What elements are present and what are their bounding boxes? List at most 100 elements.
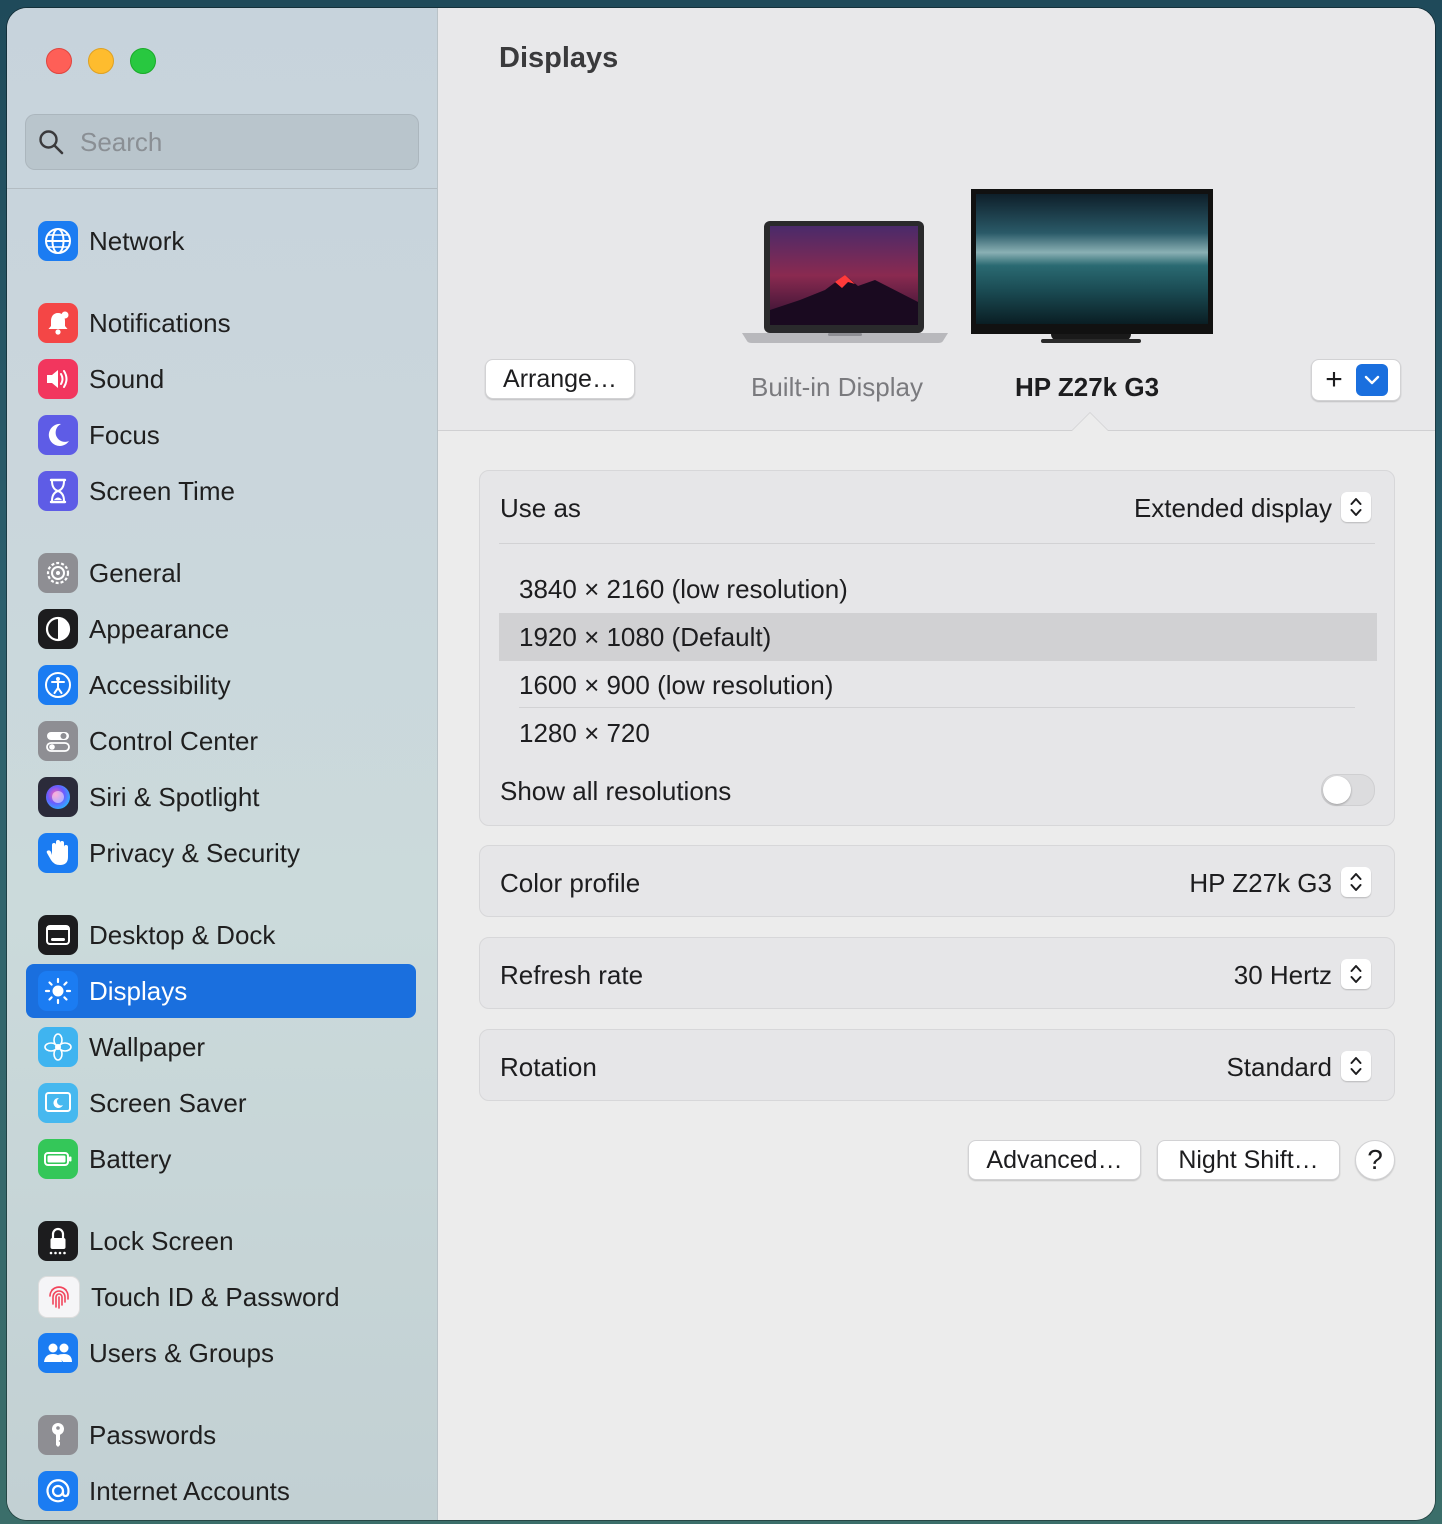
gear-icon: [38, 553, 78, 593]
sidebar-item-control-center[interactable]: Control Center: [26, 714, 416, 768]
builtin-display-label[interactable]: Built-in Display: [751, 372, 923, 403]
night-shift-button[interactable]: Night Shift…: [1157, 1140, 1340, 1180]
sidebar-item-wallpaper[interactable]: Wallpaper: [26, 1020, 416, 1074]
use-as-popup[interactable]: [1341, 492, 1371, 522]
sidebar-item-label: Screen Saver: [89, 1087, 247, 1118]
sidebar-item-focus[interactable]: Focus: [26, 408, 416, 462]
rotation-card: Rotation Standard: [479, 1029, 1395, 1101]
sidebar-item-notifications[interactable]: Notifications: [26, 296, 416, 350]
sidebar-item-battery[interactable]: Battery: [26, 1132, 416, 1186]
network-icon: [38, 221, 78, 261]
updown-chevron-icon: [1350, 498, 1362, 516]
resolution-option[interactable]: 3840 × 2160 (low resolution): [499, 565, 1377, 613]
sidebar-item-displays[interactable]: Displays: [26, 964, 416, 1018]
separator: [519, 707, 1355, 708]
users-icon: [38, 1333, 78, 1373]
color-profile-value[interactable]: HP Z27k G3: [1189, 868, 1332, 899]
sidebar-item-label: Passwords: [89, 1419, 217, 1450]
battery-icon: [38, 1139, 78, 1179]
display-mode-card: Use as Extended display 3840 × 2160 (low…: [479, 470, 1395, 826]
sidebar-item-passwords[interactable]: Passwords: [26, 1408, 416, 1462]
close-window-button[interactable]: [46, 48, 72, 74]
sidebar-item-label: Internet Accounts: [89, 1475, 290, 1506]
bell-icon: [38, 303, 78, 343]
search-input[interactable]: [78, 125, 382, 159]
refresh-rate-card: Refresh rate 30 Hertz: [479, 937, 1395, 1009]
minimize-window-button[interactable]: [88, 48, 114, 74]
sidebar-divider: [7, 188, 437, 189]
toggles-icon: [38, 721, 78, 761]
arrange-button[interactable]: Arrange…: [485, 359, 635, 399]
separator: [499, 543, 1375, 544]
color-profile-popup[interactable]: [1341, 867, 1371, 897]
add-display-button[interactable]: +: [1312, 365, 1356, 395]
sidebar-list: Network Notifications Sound Focus Screen…: [7, 190, 437, 1520]
monitor-icon: [971, 189, 1213, 343]
show-all-resolutions-toggle[interactable]: [1321, 774, 1375, 806]
sidebar-item-label: Appearance: [89, 613, 230, 644]
sidebar-item-appearance[interactable]: Appearance: [26, 602, 416, 656]
appearance-icon: [38, 609, 78, 649]
siri-icon: [38, 777, 78, 817]
rotation-value[interactable]: Standard: [1226, 1052, 1332, 1083]
selection-pointer: [1072, 413, 1108, 431]
refresh-rate-label: Refresh rate: [500, 960, 644, 990]
sidebar-item-touch-id[interactable]: Touch ID & Password: [26, 1270, 416, 1324]
use-as-value[interactable]: Extended display: [1134, 493, 1332, 524]
add-display-menu-button[interactable]: [1356, 364, 1388, 396]
page-title: Displays: [499, 42, 619, 74]
sidebar-item-label: Network: [89, 225, 185, 256]
dock-icon: [38, 915, 78, 955]
sidebar: Network Notifications Sound Focus: [7, 8, 438, 1520]
toggle-knob: [1323, 776, 1351, 804]
sidebar-item-label: Screen Time: [89, 475, 235, 506]
builtin-display-thumbnail[interactable]: [740, 220, 950, 345]
sidebar-item-label: General: [89, 557, 182, 588]
at-icon: [38, 1471, 78, 1511]
sidebar-item-accessibility[interactable]: Accessibility: [26, 658, 416, 712]
sidebar-item-label: Focus: [89, 419, 160, 450]
help-button[interactable]: ?: [1355, 1140, 1395, 1180]
sidebar-item-lock-screen[interactable]: Lock Screen: [26, 1214, 416, 1268]
refresh-rate-popup[interactable]: [1341, 959, 1371, 989]
advanced-button[interactable]: Advanced…: [968, 1140, 1141, 1180]
lock-icon: [38, 1221, 78, 1261]
sidebar-item-label: Battery: [89, 1143, 172, 1174]
laptop-icon: [742, 221, 948, 343]
sidebar-item-label: Touch ID & Password: [91, 1281, 340, 1312]
display-arrangement-area: Displays Arrange… Built-in Display HP Z2…: [438, 8, 1435, 431]
fingerprint-icon: [38, 1276, 80, 1318]
rotation-popup[interactable]: [1341, 1051, 1371, 1081]
color-profile-card: Color profile HP Z27k G3: [479, 845, 1395, 917]
sidebar-item-siri-spotlight[interactable]: Siri & Spotlight: [26, 770, 416, 824]
zoom-window-button[interactable]: [130, 48, 156, 74]
resolution-option-selected[interactable]: 1920 × 1080 (Default): [499, 613, 1377, 661]
resolution-option[interactable]: 1600 × 900 (low resolution): [499, 661, 1377, 709]
sidebar-item-label: Control Center: [89, 725, 259, 756]
external-display-label[interactable]: HP Z27k G3: [1015, 372, 1159, 403]
accessibility-icon: [38, 665, 78, 705]
updown-chevron-icon: [1350, 1057, 1362, 1075]
sun-icon: [38, 971, 78, 1011]
sidebar-item-label: Wallpaper: [89, 1031, 206, 1062]
sidebar-item-screen-saver[interactable]: Screen Saver: [26, 1076, 416, 1130]
sidebar-item-internet-accounts[interactable]: Internet Accounts: [26, 1464, 416, 1518]
sidebar-item-label: Siri & Spotlight: [89, 781, 260, 812]
use-as-label: Use as: [500, 493, 581, 523]
refresh-rate-value[interactable]: 30 Hertz: [1234, 960, 1332, 991]
sidebar-item-users-groups[interactable]: Users & Groups: [26, 1326, 416, 1380]
updown-chevron-icon: [1350, 873, 1362, 891]
search-field[interactable]: [25, 114, 419, 170]
sidebar-item-general[interactable]: General: [26, 546, 416, 600]
updown-chevron-icon: [1350, 965, 1362, 983]
external-display-thumbnail[interactable]: [971, 189, 1213, 349]
sidebar-item-screen-time[interactable]: Screen Time: [26, 464, 416, 518]
resolution-option[interactable]: 1280 × 720: [499, 709, 1377, 757]
sidebar-item-label: Displays: [89, 975, 188, 1006]
sidebar-item-desktop-dock[interactable]: Desktop & Dock: [26, 908, 416, 962]
show-all-resolutions-label: Show all resolutions: [500, 776, 732, 806]
sidebar-item-privacy-security[interactable]: Privacy & Security: [26, 826, 416, 880]
sidebar-item-sound[interactable]: Sound: [26, 352, 416, 406]
add-display-control[interactable]: +: [1311, 359, 1401, 401]
sidebar-item-network[interactable]: Network: [26, 214, 416, 268]
